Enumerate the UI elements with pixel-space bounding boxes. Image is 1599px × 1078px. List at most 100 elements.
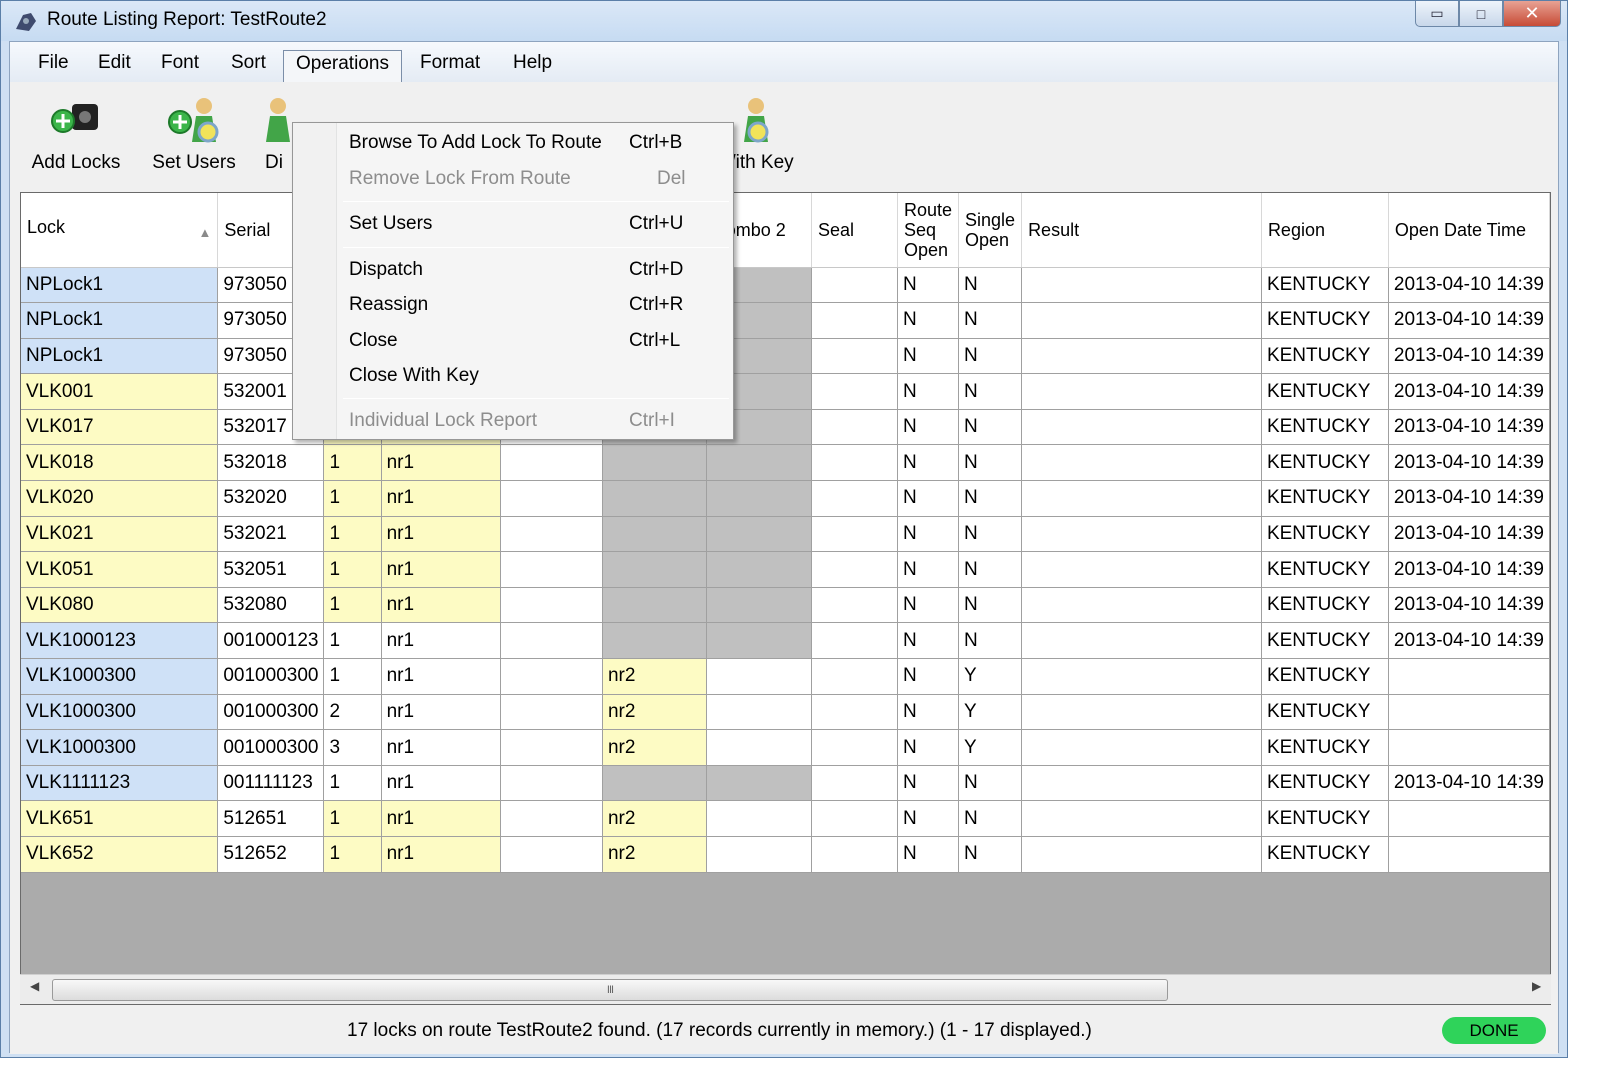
lock-grid[interactable]: Lock ▲ Serial Combo 2 Seal Route Seq Open… (20, 192, 1551, 1005)
cell-lock[interactable]: VLK001 (21, 373, 219, 410)
cell-col5[interactable] (500, 516, 603, 553)
cell-open-date-time[interactable]: 2013-04-10 14:39 (1388, 480, 1550, 517)
cell-open-date-time[interactable]: 2013-04-10 14:39 (1388, 765, 1550, 802)
menu-file[interactable]: File (38, 52, 69, 74)
cell-col5[interactable] (500, 800, 603, 837)
menu-item-reassign[interactable]: Reassign Ctrl+R (349, 289, 729, 321)
cell-combo2[interactable] (706, 800, 812, 837)
close-button[interactable]: ✕ (1503, 1, 1561, 27)
table-row[interactable]: VLK652 512652 1 nr1 nr2 N N KENTUCKY (21, 836, 1550, 873)
cell-open-date-time[interactable]: 2013-04-10 14:39 (1388, 267, 1550, 304)
cell-col5[interactable] (500, 444, 603, 482)
cell-result[interactable] (1021, 622, 1262, 660)
cell-combo1[interactable]: nr1 (381, 444, 502, 482)
cell-seq[interactable]: 1 (323, 658, 382, 695)
cell-seal[interactable] (811, 409, 898, 446)
cell-result[interactable] (1021, 765, 1262, 802)
cell-single-open[interactable]: N (958, 836, 1023, 873)
cell-lock[interactable]: VLK020 (21, 480, 219, 517)
cell-lock[interactable]: NPLock1 (21, 267, 219, 304)
table-row[interactable]: VLK020 532020 1 nr1 N N KENTUCKY 2013-04-10 14:… (21, 480, 1550, 517)
menu-operations[interactable]: Operations (283, 50, 402, 82)
menu-format[interactable]: Format (420, 52, 480, 74)
dispatch-button[interactable]: Di (258, 82, 290, 174)
cell-combo-nr2[interactable] (602, 622, 707, 660)
cell-route-seq-open[interactable]: N (897, 551, 960, 588)
cell-single-open[interactable]: Y (958, 729, 1023, 766)
cell-lock[interactable]: VLK652 (21, 836, 219, 873)
column-header-single-open[interactable]: Single Open (958, 193, 1023, 268)
cell-single-open[interactable]: N (958, 338, 1023, 375)
cell-result[interactable] (1021, 267, 1262, 304)
cell-seq[interactable]: 1 (323, 587, 382, 624)
cell-seal[interactable] (811, 622, 898, 660)
cell-seq[interactable]: 1 (323, 836, 382, 873)
table-row[interactable]: VLK1000123 001000123 1 nr1 N N KENTUCKY 2013-04… (21, 622, 1550, 660)
add-locks-button[interactable]: Add Locks (28, 82, 124, 174)
scroll-right-icon[interactable]: ▶ (1532, 979, 1541, 993)
cell-region[interactable]: KENTUCKY (1261, 765, 1389, 802)
horizontal-scrollbar[interactable]: ◀ III ▶ (20, 974, 1551, 1004)
menu-item-close-with-key[interactable]: Close With Key (349, 360, 729, 392)
table-row[interactable]: VLK1000300 001000300 3 nr1 nr2 N Y KENTUCKY (21, 729, 1550, 766)
cell-route-seq-open[interactable]: N (897, 373, 960, 410)
cell-combo1[interactable]: nr1 (381, 587, 502, 624)
cell-col5[interactable] (500, 658, 603, 695)
cell-single-open[interactable]: N (958, 516, 1023, 553)
cell-lock[interactable]: VLK1000300 (21, 694, 219, 731)
cell-serial[interactable]: 512652 (217, 836, 325, 873)
table-row[interactable]: VLK651 512651 1 nr1 nr2 N N KENTUCKY (21, 800, 1550, 837)
cell-region[interactable]: KENTUCKY (1261, 338, 1389, 375)
cell-serial[interactable]: 532018 (217, 444, 325, 482)
menu-sort[interactable]: Sort (231, 52, 266, 74)
cell-seal[interactable] (811, 480, 898, 517)
cell-seal[interactable] (811, 551, 898, 588)
cell-combo1[interactable]: nr1 (381, 551, 502, 588)
table-row[interactable]: VLK1111123 001111123 1 nr1 N N KENTUCKY 2013-04… (21, 765, 1550, 802)
cell-region[interactable]: KENTUCKY (1261, 622, 1389, 660)
cell-combo2[interactable] (706, 587, 812, 624)
minimize-button[interactable]: ▭ (1415, 1, 1459, 27)
table-row[interactable]: VLK001 532001 N N KENTUCKY 2013-04-10 14:39 (21, 373, 1550, 410)
cell-combo1[interactable]: nr1 (381, 516, 502, 553)
cell-serial[interactable]: 001000123 (217, 622, 325, 660)
cell-combo1[interactable]: nr1 (381, 800, 502, 837)
column-header-route-seq-open[interactable]: Route Seq Open (897, 193, 960, 268)
cell-single-open[interactable]: N (958, 622, 1023, 660)
column-header-region[interactable]: Region (1261, 193, 1389, 268)
cell-result[interactable] (1021, 658, 1262, 695)
cell-result[interactable] (1021, 409, 1262, 446)
cell-col5[interactable] (500, 480, 603, 517)
cell-single-open[interactable]: N (958, 373, 1023, 410)
cell-route-seq-open[interactable]: N (897, 409, 960, 446)
cell-seal[interactable] (811, 836, 898, 873)
cell-lock[interactable]: VLK018 (21, 444, 219, 482)
cell-seq[interactable]: 1 (323, 765, 382, 802)
cell-open-date-time[interactable]: 2013-04-10 14:39 (1388, 338, 1550, 375)
cell-combo2[interactable] (706, 765, 812, 802)
menu-item-set-users[interactable]: Set Users Ctrl+U (349, 208, 729, 240)
cell-combo-nr2[interactable]: nr2 (602, 729, 707, 766)
cell-region[interactable]: KENTUCKY (1261, 267, 1389, 304)
cell-combo-nr2[interactable] (602, 587, 707, 624)
cell-col5[interactable] (500, 587, 603, 624)
cell-combo-nr2[interactable]: nr2 (602, 800, 707, 837)
cell-region[interactable]: KENTUCKY (1261, 587, 1389, 624)
cell-open-date-time[interactable] (1388, 836, 1550, 873)
cell-route-seq-open[interactable]: N (897, 338, 960, 375)
cell-region[interactable]: KENTUCKY (1261, 800, 1389, 837)
cell-col5[interactable] (500, 622, 603, 660)
cell-seq[interactable]: 1 (323, 444, 382, 482)
cell-open-date-time[interactable]: 2013-04-10 14:39 (1388, 373, 1550, 410)
scroll-left-icon[interactable]: ◀ (30, 979, 39, 993)
cell-lock[interactable]: VLK080 (21, 587, 219, 624)
table-row[interactable]: NPLock1 973050 N N KENTUCKY 2013-04-10 14:39 (21, 302, 1550, 339)
cell-region[interactable]: KENTUCKY (1261, 551, 1389, 588)
cell-seal[interactable] (811, 694, 898, 731)
cell-seq[interactable]: 1 (323, 516, 382, 553)
cell-combo1[interactable]: nr1 (381, 765, 502, 802)
cell-result[interactable] (1021, 800, 1262, 837)
cell-result[interactable] (1021, 480, 1262, 517)
cell-single-open[interactable]: N (958, 765, 1023, 802)
maximize-button[interactable]: □ (1459, 1, 1503, 27)
